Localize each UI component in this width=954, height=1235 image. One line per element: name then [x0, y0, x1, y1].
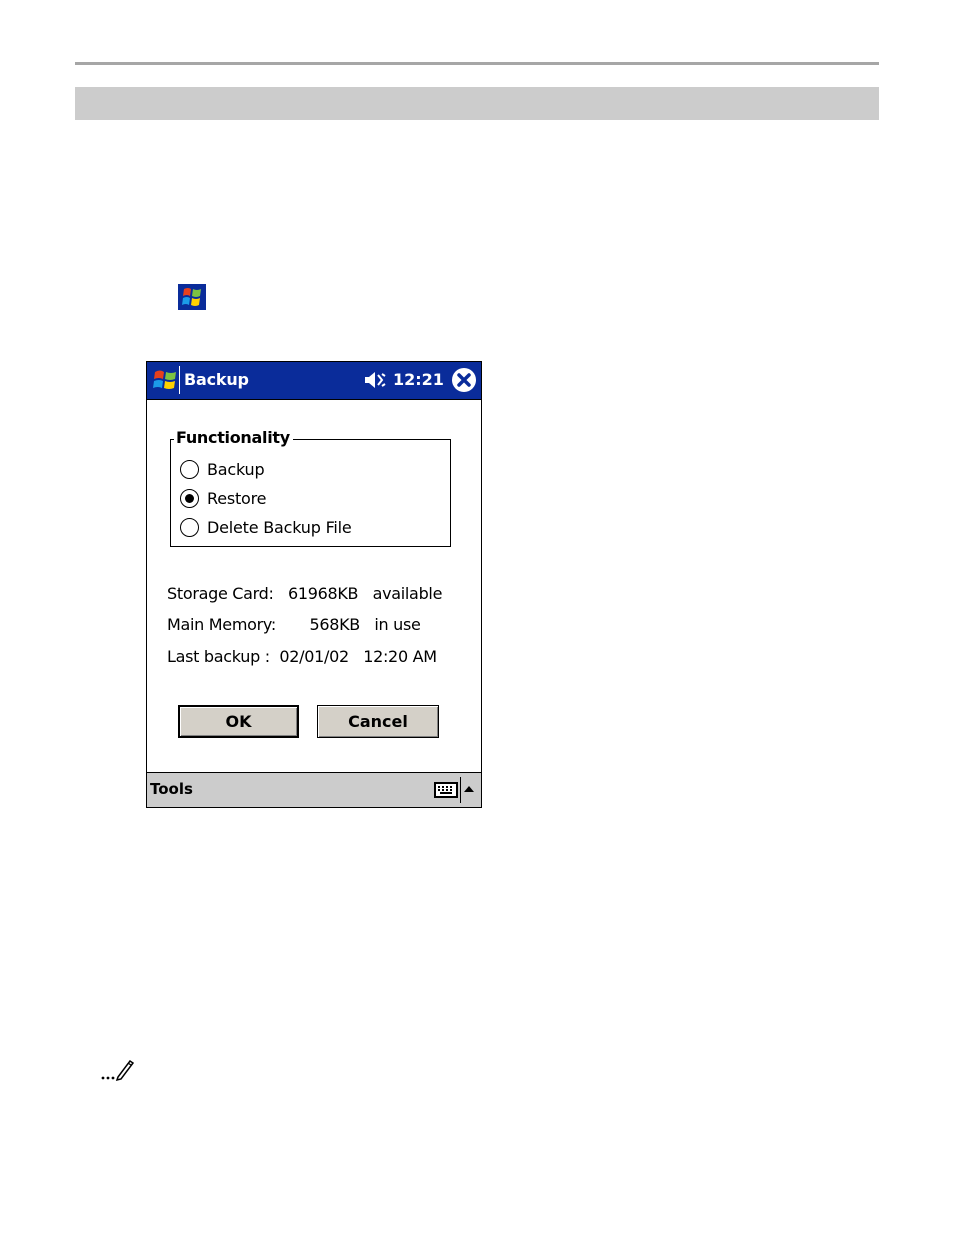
up-arrow-icon[interactable] — [463, 784, 475, 794]
radio-label: Restore — [207, 488, 267, 508]
title-bar: Backup 12:21 — [147, 362, 481, 400]
keyboard-icon[interactable] — [434, 781, 458, 799]
storage-card-info: Storage Card: 61968KB available — [167, 584, 443, 603]
menu-bar: Tools — [147, 772, 481, 807]
radio-delete-backup-file[interactable]: Delete Backup File — [180, 515, 352, 539]
radio-button[interactable] — [180, 459, 199, 479]
start-menu-icon[interactable] — [150, 366, 180, 394]
top-rule — [75, 62, 879, 65]
radio-restore[interactable]: Restore — [180, 486, 267, 510]
app-title: Backup — [184, 370, 249, 389]
radio-button-selected[interactable] — [180, 488, 199, 508]
radio-button[interactable] — [180, 517, 199, 537]
menu-separator — [460, 777, 461, 803]
tools-menu[interactable]: Tools — [150, 780, 193, 798]
last-backup-info: Last backup : 02/01/02 12:20 AM — [167, 647, 437, 666]
clock[interactable]: 12:21 — [393, 370, 444, 389]
functionality-label: Functionality — [174, 428, 293, 447]
radio-label: Backup — [207, 459, 265, 479]
pencil-note-icon — [101, 1059, 135, 1082]
speaker-muted-icon[interactable] — [363, 370, 387, 390]
ok-button[interactable]: OK — [178, 705, 299, 738]
close-icon[interactable] — [451, 367, 477, 393]
header-band — [75, 87, 879, 120]
main-memory-info: Main Memory: 568KB in use — [167, 615, 421, 634]
radio-label: Delete Backup File — [207, 517, 352, 537]
pocketpc-screen: Backup 12:21 Functionality Backup Restor… — [146, 361, 482, 808]
windows-flag-icon — [178, 284, 206, 310]
radio-backup[interactable]: Backup — [180, 457, 265, 481]
cancel-button[interactable]: Cancel — [317, 705, 439, 738]
